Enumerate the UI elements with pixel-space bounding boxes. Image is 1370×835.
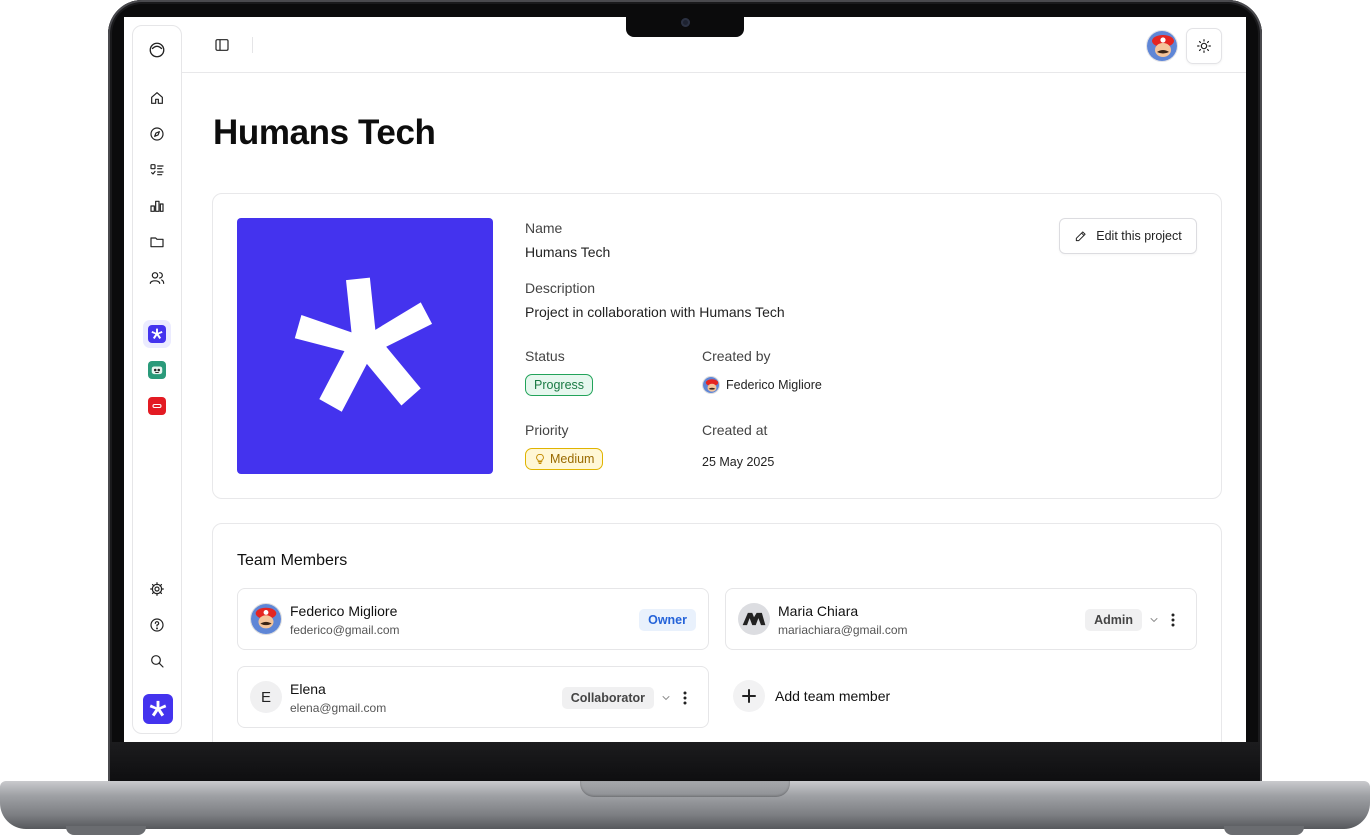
asterisk-logo-icon [294,277,433,412]
red-project-icon[interactable] [143,392,171,420]
role-badge: Admin [1085,609,1142,631]
chart-icon[interactable] [143,192,171,220]
users-icon[interactable] [143,264,171,292]
circle-logo-icon[interactable] [143,36,171,64]
laptop-foot-left [66,826,146,835]
brand-logo-button[interactable] [143,694,173,724]
status-label: Status [525,348,565,364]
name-label: Name [525,220,563,236]
theme-toggle-button[interactable] [1186,28,1222,64]
member-name: Federico Migliore [290,603,398,619]
robot-icon [148,361,166,379]
asterisk-icon [148,325,166,343]
chevron-down-icon [662,696,670,701]
folder-icon[interactable] [143,228,171,256]
app-screen: Humans Tech Name Humans Tech Description… [124,17,1246,742]
add-team-member-button[interactable]: Add team member [733,680,890,712]
asterisk-logo-icon [149,700,167,717]
status-badge: Progress [525,374,594,396]
gear-icon[interactable] [143,575,171,603]
member-card[interactable]: E Elena elena@gmail.com Collaborator [237,666,709,728]
created-by-value: Federico Migliore [702,376,822,394]
created-at-label: Created at [702,422,768,438]
priority-label: Priority [525,422,569,438]
description-value: Project in collaboration with Humans Tec… [525,304,785,320]
priority-value: Medium [550,452,595,466]
name-value: Humans Tech [525,244,611,260]
role-badge: Collaborator [561,687,654,709]
add-team-member-label: Add team member [775,688,891,704]
avatar [738,603,770,635]
team-members-card: Team Members Federico Migliore federico@… [212,523,1222,742]
pencil-icon [1076,231,1086,242]
member-name: Maria Chiara [778,603,859,619]
team-members-title: Team Members [237,552,348,569]
camera-notch [626,16,744,37]
laptop-foot-right [1224,826,1304,835]
laptop-base-notch [580,781,790,797]
help-icon[interactable] [143,611,171,639]
created-at-value: 25 May 2025 [702,455,775,469]
laptop-chin [110,742,1260,782]
more-options-icon[interactable] [678,690,692,706]
page-title: Humans Tech [213,113,436,152]
avatar [702,376,720,394]
sidebar-toggle-icon[interactable] [212,35,232,55]
priority-badge: Medium [525,448,604,470]
lightbulb-icon [536,454,544,464]
asterisk-project-icon[interactable] [143,320,171,348]
sidebar [132,25,182,734]
camera-icon [681,18,690,27]
project-details-card: Name Humans Tech Description Project in … [212,193,1222,499]
role-select[interactable]: Collaborator [561,687,692,709]
member-name: Elena [290,681,326,697]
search-icon[interactable] [143,647,171,675]
member-email: elena@gmail.com [290,701,387,715]
role-badge: Owner [639,609,696,631]
project-image [237,218,493,474]
edit-project-label: Edit this project [1096,229,1182,243]
robot-project-icon[interactable] [143,356,171,384]
avatar-initial: E [250,681,282,713]
edit-project-button[interactable]: Edit this project [1059,218,1197,254]
creator-name: Federico Migliore [726,378,822,392]
description-label: Description [525,280,596,296]
divider [252,37,253,53]
member-card[interactable]: Federico Migliore federico@gmail.com Own… [237,588,709,650]
red-badge-icon [148,397,166,415]
plus-icon [733,680,765,712]
sun-icon [1197,39,1211,53]
member-email: federico@gmail.com [290,623,400,637]
avatar [250,603,282,635]
more-options-icon[interactable] [1166,612,1180,628]
chevron-down-icon [1150,618,1158,623]
compass-icon[interactable] [143,120,171,148]
member-email: mariachiara@gmail.com [778,623,908,637]
tasks-icon[interactable] [143,156,171,184]
user-avatar[interactable] [1146,30,1178,62]
created-by-label: Created by [702,348,771,364]
home-icon[interactable] [143,84,171,112]
role-select[interactable]: Admin [1085,609,1180,631]
member-card[interactable]: Maria Chiara mariachiara@gmail.com Admin [725,588,1197,650]
